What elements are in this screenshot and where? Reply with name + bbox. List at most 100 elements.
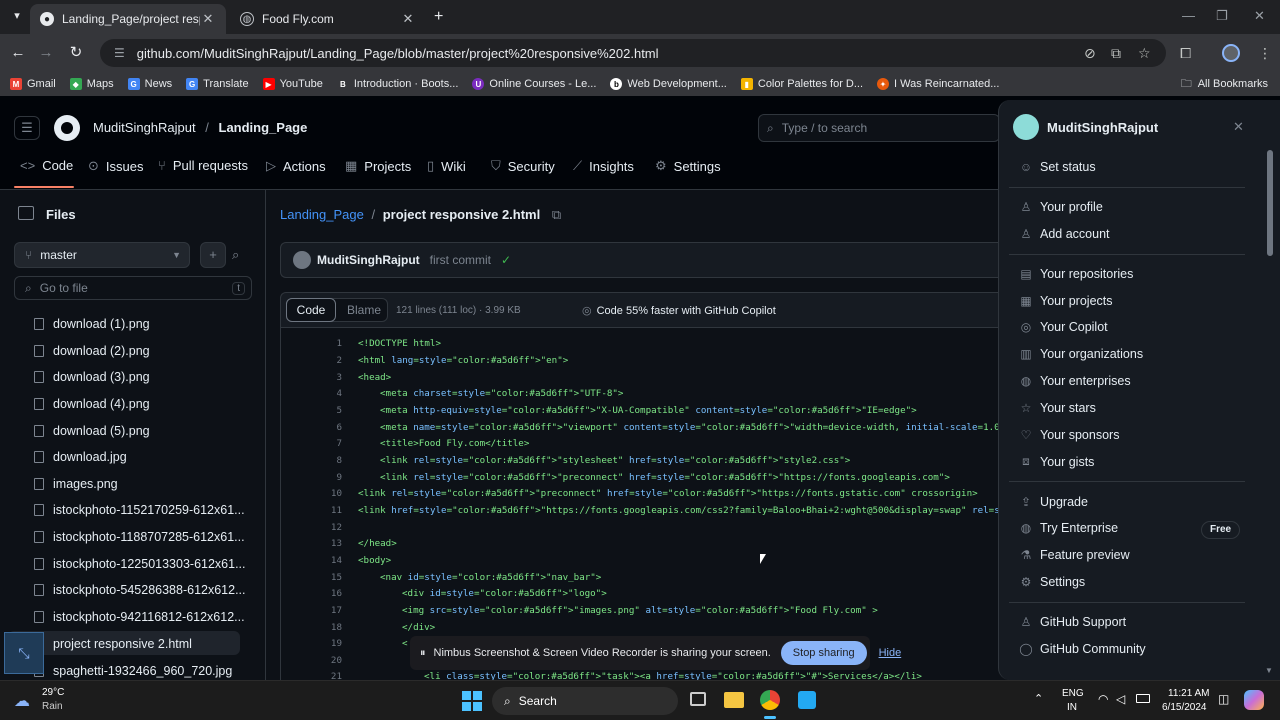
go-to-file-input[interactable]: ⌕ Go to file t — [14, 276, 252, 300]
wifi-icon[interactable]: ◠ — [1098, 692, 1108, 706]
star-icon[interactable]: ☆ — [1138, 45, 1151, 62]
tab-wiki[interactable]: ▯ Wiki — [427, 158, 466, 174]
weather-icon[interactable]: ☁ — [14, 691, 30, 711]
file-tree-item[interactable]: download (5).png — [34, 424, 150, 438]
branch-selector[interactable]: ⑂ master ▼ — [14, 242, 190, 268]
file-tree-item[interactable]: istockphoto-1188707285-612x61... — [34, 530, 245, 544]
menu-scrollbar[interactable] — [1267, 150, 1273, 256]
file-tree-item[interactable]: istockphoto-942116812-612x612... — [34, 610, 245, 624]
close-icon[interactable]: ✕ — [400, 11, 416, 27]
hide-button[interactable]: Hide — [879, 647, 902, 659]
volume-icon[interactable]: ◁ — [1116, 692, 1125, 706]
taskbar-search[interactable]: ⌕ Search — [492, 687, 678, 715]
minimize-icon[interactable]: — — [1182, 8, 1195, 23]
menu-item-feature-preview[interactable]: ⚗ Feature preview — [1019, 548, 1130, 562]
restore-icon[interactable]: ❐ — [1216, 8, 1228, 24]
menu-item-try-enterprise[interactable]: ◍ Try Enterprise — [1019, 521, 1118, 535]
file-tree-item[interactable]: istockphoto-1225013303-612x61... — [34, 557, 246, 571]
tab-code[interactable]: <> Code — [20, 158, 73, 173]
repo-link[interactable]: Landing_Page — [280, 207, 364, 222]
tab-issues[interactable]: ⊙ Issues — [88, 158, 143, 174]
avatar[interactable] — [293, 251, 311, 269]
menu-item-upgrade[interactable]: ⇪ Upgrade — [1019, 495, 1088, 509]
vscode-icon[interactable] — [798, 691, 816, 709]
bookmark-translate[interactable]: G Translate — [186, 78, 249, 90]
chrome-icon[interactable] — [760, 690, 780, 710]
file-tree-item[interactable]: images.png — [34, 477, 118, 491]
new-tab-button[interactable]: + — [434, 8, 443, 26]
menu-icon[interactable]: ⋮ — [1258, 45, 1272, 62]
install-app-icon[interactable]: ⧉ — [1111, 45, 1121, 62]
copilot-banner[interactable]: ◎ Code 55% faster with GitHub Copilot — [582, 304, 776, 317]
browser-tab-active[interactable]: ● Landing_Page/project responsi ✕ — [30, 4, 226, 34]
chevron-up-icon[interactable]: ⌃ — [1034, 692, 1043, 705]
weather-temp[interactable]: 29°C — [42, 687, 64, 698]
tab-pull-requests[interactable]: ⑂ Pull requests — [158, 158, 248, 173]
search-icon[interactable]: ⌕ — [232, 247, 239, 263]
global-search-input[interactable]: ⌕ Type / to search — [758, 114, 1000, 142]
file-tree-item[interactable]: download.jpg — [34, 450, 127, 464]
menu-item-your-projects[interactable]: ▦ Your projects — [1019, 294, 1112, 308]
tab-settings[interactable]: ⚙ Settings — [655, 158, 721, 174]
menu-item-your-organizations[interactable]: ▥ Your organizations — [1019, 347, 1143, 361]
close-window-icon[interactable]: ✕ — [1254, 8, 1265, 24]
add-file-button[interactable]: + — [200, 242, 226, 268]
stop-sharing-button[interactable]: Stop sharing — [780, 641, 867, 665]
sidebar-collapse-icon[interactable] — [18, 206, 34, 220]
close-icon[interactable]: ✕ — [1233, 119, 1244, 135]
commit-message[interactable]: first commit — [430, 253, 491, 267]
notification-icon[interactable]: ◫ — [1218, 692, 1229, 706]
file-tree-item[interactable]: istockphoto-545286388-612x612... — [34, 583, 246, 597]
menu-item-your-gists[interactable]: ⧈ Your gists — [1019, 454, 1094, 469]
bookmark-webdev[interactable]: b Web Development... — [610, 78, 727, 90]
menu-item-add-account[interactable]: ♙ Add account — [1019, 227, 1110, 241]
back-icon[interactable]: ← — [8, 43, 28, 63]
bookmark-news[interactable]: G News — [127, 78, 172, 90]
bookmark-gmail[interactable]: M Gmail — [10, 78, 56, 90]
bookmark-palettes[interactable]: ▮ Color Palettes for D... — [740, 78, 863, 90]
repo-link[interactable]: Landing_Page — [219, 120, 308, 135]
owner-link[interactable]: MuditSinghRajput — [93, 120, 196, 135]
camera-off-icon[interactable]: ⊘ — [1084, 45, 1096, 62]
tab-projects[interactable]: ▦ Projects — [345, 158, 411, 174]
bookmark-courses[interactable]: U Online Courses - Le... — [472, 78, 596, 90]
windows-start-icon[interactable] — [462, 691, 482, 711]
bookmark-bootstrap[interactable]: B Introduction · Boots... — [337, 78, 458, 90]
bookmark-manga[interactable]: ✦ I Was Reincarnated... — [877, 78, 999, 90]
menu-item-your-stars[interactable]: ☆ Your stars — [1019, 401, 1096, 415]
recorder-thumbnail[interactable]: ⤡ — [4, 632, 44, 674]
menu-item-set-status[interactable]: ☺ Set status — [1019, 160, 1096, 174]
hamburger-icon[interactable]: ☰ — [14, 116, 40, 140]
blame-button[interactable]: Blame — [342, 298, 386, 322]
menu-item-your-copilot[interactable]: ◎ Your Copilot — [1019, 320, 1108, 334]
forward-icon[interactable]: → — [36, 43, 56, 63]
site-info-icon[interactable]: ☰ — [114, 46, 125, 60]
commit-author[interactable]: MuditSinghRajput — [317, 253, 420, 267]
menu-item-github-support[interactable]: ♙ GitHub Support — [1019, 615, 1127, 629]
file-tree-item[interactable]: istockphoto-1152170259-612x61... — [34, 503, 245, 517]
reload-icon[interactable]: ↻ — [66, 43, 86, 63]
file-tree-item[interactable]: spaghetti-1932466_960_720.jpg — [34, 664, 232, 678]
bookmark-maps[interactable]: ◆ Maps — [69, 78, 114, 90]
extensions-icon[interactable]: ⧠ — [1180, 45, 1191, 62]
menu-item-settings[interactable]: ⚙ Settings — [1019, 575, 1086, 589]
profile-avatar[interactable] — [1222, 44, 1240, 62]
clock-time[interactable]: 11:21 AM — [1168, 688, 1210, 699]
tab-security[interactable]: ⛉ Security — [491, 158, 555, 174]
battery-icon[interactable] — [1136, 694, 1150, 703]
menu-item-your-repositories[interactable]: ▤ Your repositories — [1019, 267, 1133, 281]
menu-item-your-enterprises[interactable]: ◍ Your enterprises — [1019, 374, 1131, 388]
file-explorer-icon[interactable] — [724, 692, 744, 708]
menu-item-github-community[interactable]: ◯ GitHub Community — [1019, 642, 1145, 656]
language-top[interactable]: ENG — [1062, 688, 1084, 699]
copilot-taskbar-icon[interactable] — [1244, 690, 1264, 710]
pause-icon[interactable]: ⏸ — [420, 647, 426, 660]
file-tree-item-selected[interactable]: project responsive 2.html — [53, 637, 192, 651]
file-tree-item[interactable]: download (1).png — [34, 317, 150, 331]
file-tree-item[interactable]: download (4).png — [34, 397, 150, 411]
tab-insights[interactable]: ⟋ Insights — [573, 158, 634, 174]
file-tree-item[interactable]: download (3).png — [34, 370, 150, 384]
menu-item-your-sponsors[interactable]: ♡ Your sponsors — [1019, 428, 1120, 442]
all-bookmarks-button[interactable]: 🗀 All Bookmarks — [1181, 72, 1268, 96]
scroll-down-icon[interactable]: ▼ — [1265, 666, 1273, 675]
